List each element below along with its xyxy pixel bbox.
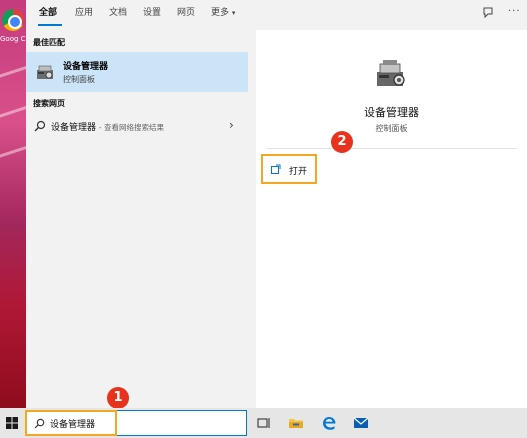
search-panel: 全部 应用 文档 设置 网页 更多 ▾ ··· 最佳匹配 设备管理器 控制面板 … [26,0,527,408]
taskbar-search-box[interactable] [25,410,247,436]
tab-web[interactable]: 网页 [177,7,195,19]
web-search-text: 设备管理器 - 查看网络搜索结果 [51,120,164,133]
device-manager-large-icon [377,60,405,86]
chevron-right-icon[interactable]: › [229,118,234,132]
open-window-icon [271,164,281,174]
tab-settings[interactable]: 设置 [143,7,161,19]
open-button[interactable]: 打开 [261,154,317,184]
file-explorer-icon[interactable] [288,415,304,431]
tab-more-label: 更多 [211,8,230,18]
taskbar [0,408,527,438]
divider [266,148,517,149]
tab-documents[interactable]: 文档 [109,7,127,19]
windows-start-icon[interactable] [6,417,18,429]
desktop-wallpaper: Goog Chrom [0,0,26,408]
best-match-title: 设备管理器 [63,62,109,72]
mail-icon[interactable] [353,415,369,431]
chrome-icon[interactable] [2,9,24,31]
tab-apps[interactable]: 应用 [75,7,93,19]
web-search-heading: 搜索网页 [33,99,65,108]
taskbar-search-input[interactable] [50,416,240,430]
best-match-heading: 最佳匹配 [33,38,65,47]
active-tab-indicator [38,24,62,26]
task-view-icon[interactable] [256,415,272,431]
detail-title: 设备管理器 [364,106,419,119]
chevron-down-icon: ▾ [231,9,236,17]
open-label: 打开 [289,167,308,177]
tab-more[interactable]: 更多 ▾ [211,7,235,19]
tab-web-label: 网页 [177,8,196,18]
detail-subtitle: 控制面板 [375,124,408,133]
search-icon [34,418,45,429]
step-2-badge: 2 [331,131,353,153]
device-manager-icon [37,65,53,79]
results-list: 最佳匹配 设备管理器 控制面板 搜索网页 设备管理器 - 查看网络搜索结果 › [26,30,248,408]
web-search-hint: - 查看网络搜索结果 [98,123,164,132]
edge-icon[interactable] [321,415,337,431]
best-match-result[interactable]: 设备管理器 控制面板 [26,52,248,92]
best-match-subtitle: 控制面板 [63,75,95,84]
desktop-icon-label: Goog Chrom [0,35,26,43]
search-icon [34,120,46,132]
web-search-result[interactable]: 设备管理器 - 查看网络搜索结果 › [26,116,248,138]
feedback-icon[interactable] [481,6,495,20]
web-search-query: 设备管理器 [51,123,97,133]
result-detail-pane: 设备管理器 控制面板 打开 2 [256,30,527,408]
step-1-badge: 1 [107,387,129,409]
more-options-icon[interactable]: ··· [508,6,521,17]
search-tabs: 全部 应用 文档 设置 网页 更多 ▾ ··· [26,0,527,30]
tab-all[interactable]: 全部 [39,7,57,19]
